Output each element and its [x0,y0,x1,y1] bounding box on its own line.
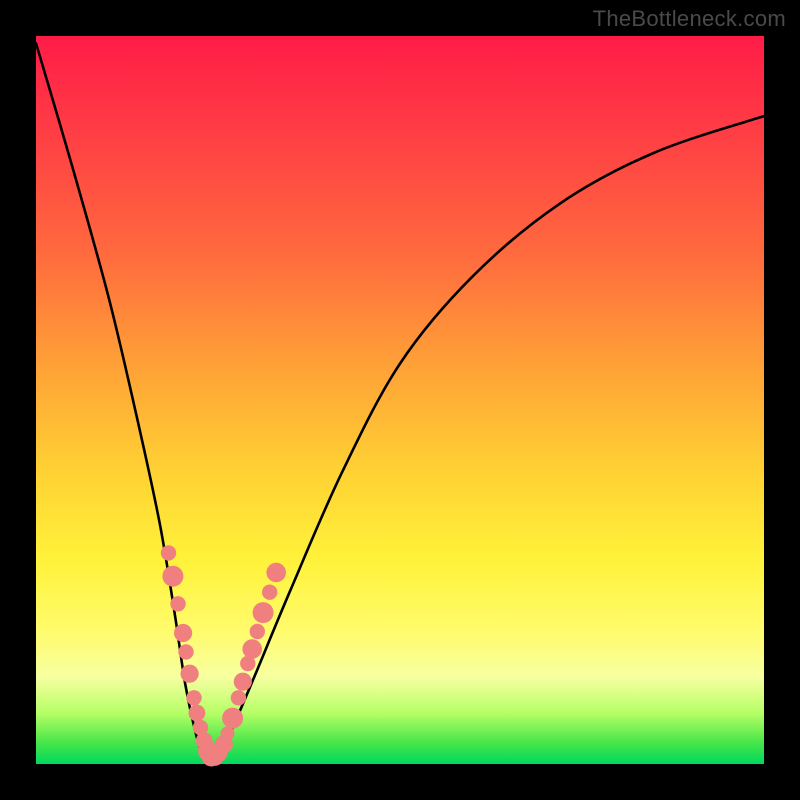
marker-dot [162,566,183,587]
chart-frame: TheBottleneck.com [0,0,800,800]
marker-dot [170,596,185,611]
marker-dot [231,690,246,705]
watermark-text: TheBottleneck.com [593,6,786,32]
marker-dot [266,563,286,583]
plot-area [36,36,764,764]
chart-svg [36,36,764,764]
marker-dot [234,673,252,691]
marker-dot [262,585,277,600]
marker-dot [250,624,265,639]
marker-dot [178,644,193,659]
bottleneck-curve [36,43,764,764]
marker-dot [253,602,274,623]
marker-dot [222,708,243,729]
marker-dot [189,705,206,722]
marker-dot [181,665,199,683]
marker-dot [161,545,176,560]
highlight-dots [161,545,286,766]
marker-dot [242,639,262,659]
marker-dot [174,624,192,642]
marker-dot [186,690,201,705]
